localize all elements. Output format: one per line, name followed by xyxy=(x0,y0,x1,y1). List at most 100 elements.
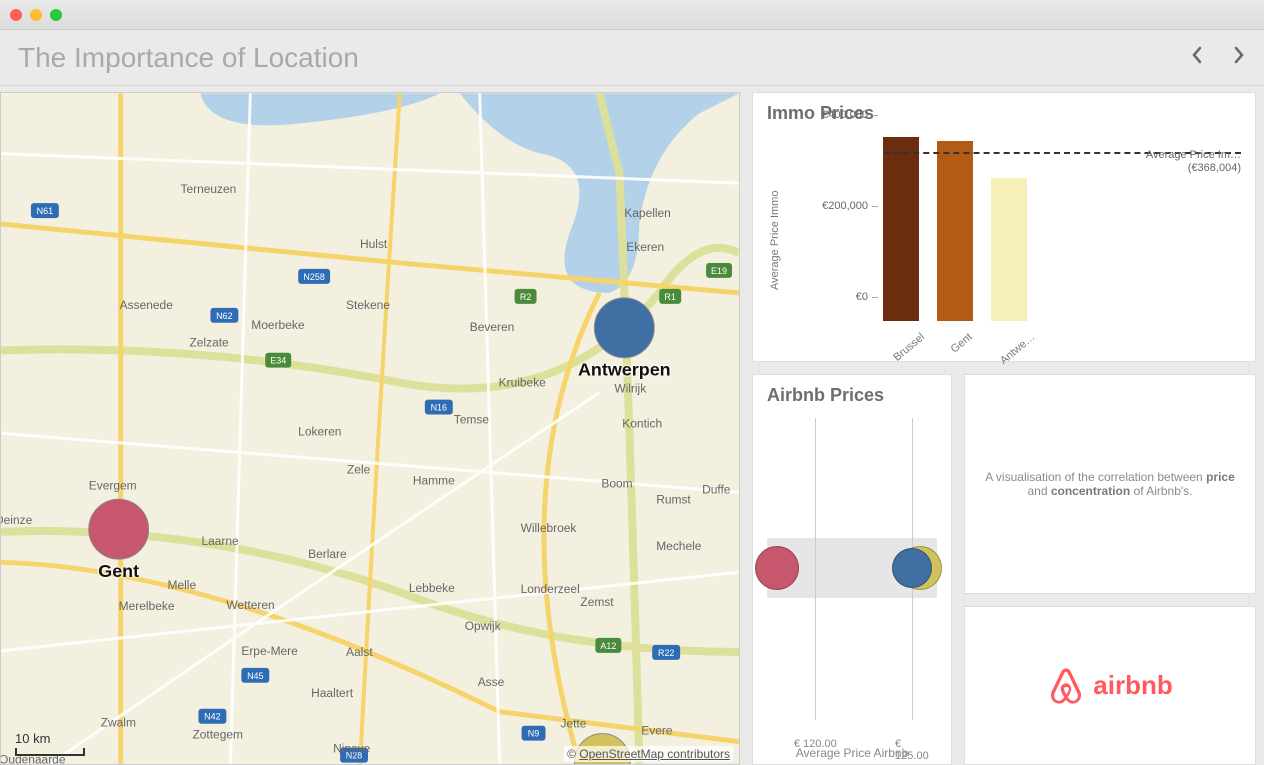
app-window: The Importance of Location xyxy=(0,0,1264,765)
titlebar xyxy=(0,0,1264,30)
svg-text:Londerzeel: Londerzeel xyxy=(521,582,580,596)
gridline xyxy=(815,418,816,720)
airbnb-logo-panel: airbnb xyxy=(964,606,1256,765)
avg-annotation: Average Price Im…(€368,004) xyxy=(1146,149,1241,175)
map-canvas: N61 N258 N62 E34 N16 A12 R22 N9 N28 N42 … xyxy=(1,93,739,764)
bar-label: Gent xyxy=(949,331,975,356)
bar-antwe…[interactable]: Antwe… xyxy=(991,130,1027,321)
ytick: €400,000 xyxy=(822,109,878,121)
svg-text:Wilrijk: Wilrijk xyxy=(614,382,646,396)
svg-text:Ekeren: Ekeren xyxy=(626,240,664,254)
svg-text:Wetteren: Wetteren xyxy=(226,598,274,612)
svg-text:N258: N258 xyxy=(303,272,324,282)
city-label-gent: Gent xyxy=(98,561,139,581)
svg-text:Asse: Asse xyxy=(478,675,505,689)
svg-text:Terneuzen: Terneuzen xyxy=(181,182,237,196)
svg-text:Laarne: Laarne xyxy=(201,534,239,548)
svg-text:Zele: Zele xyxy=(347,462,371,476)
lower-right-grid: A visualisation of the correlation betwe… xyxy=(752,374,1256,765)
svg-text:N61: N61 xyxy=(37,206,53,216)
svg-text:Zelzate: Zelzate xyxy=(189,336,229,350)
next-button[interactable] xyxy=(1232,46,1246,70)
svg-text:Hamme: Hamme xyxy=(413,473,455,487)
svg-text:Kontich: Kontich xyxy=(622,417,662,431)
airbnb-logo-text: airbnb xyxy=(1093,670,1172,701)
svg-text:Rumst: Rumst xyxy=(656,492,691,506)
svg-text:Merelbeke: Merelbeke xyxy=(119,599,175,613)
svg-text:Melle: Melle xyxy=(168,578,197,592)
map-panel[interactable]: N61 N258 N62 E34 N16 A12 R22 N9 N28 N42 … xyxy=(0,92,740,765)
svg-text:Temse: Temse xyxy=(454,413,490,427)
svg-text:Opwijk: Opwijk xyxy=(465,619,501,633)
svg-text:Lokeren: Lokeren xyxy=(298,424,341,438)
osm-link[interactable]: OpenStreetMap contributors xyxy=(579,747,730,761)
page-title: The Importance of Location xyxy=(18,42,359,74)
immo-panel: Immo Prices Average Price Immo €0€200,00… xyxy=(752,92,1256,362)
chevron-left-icon xyxy=(1190,46,1204,64)
svg-text:Jette: Jette xyxy=(560,717,586,731)
svg-text:N62: N62 xyxy=(216,311,232,321)
content: N61 N258 N62 E34 N16 A12 R22 N9 N28 N42 … xyxy=(0,86,1264,765)
right-column: Immo Prices Average Price Immo €0€200,00… xyxy=(752,92,1258,765)
svg-text:E34: E34 xyxy=(270,356,286,366)
airbnb-icon xyxy=(1047,666,1085,706)
description-panel: A visualisation of the correlation betwe… xyxy=(964,374,1256,594)
map-scale: 10 km xyxy=(15,731,85,756)
immo-chart[interactable]: €0€200,000€400,000 BrusselGentAntwe… Ave… xyxy=(783,130,1241,351)
svg-text:Deinze: Deinze xyxy=(1,513,33,527)
city-label-antwerpen: Antwerpen xyxy=(578,360,671,380)
airbnb-xlabel: Average Price Airbnb xyxy=(767,746,937,760)
svg-text:Evergem: Evergem xyxy=(89,478,137,492)
svg-text:Zemst: Zemst xyxy=(580,595,614,609)
svg-text:N9: N9 xyxy=(528,729,539,739)
svg-text:Evere: Evere xyxy=(641,724,673,738)
point-gent[interactable] xyxy=(755,546,799,590)
close-icon[interactable] xyxy=(10,9,22,21)
svg-text:Duffe: Duffe xyxy=(702,482,731,496)
minimize-icon[interactable] xyxy=(30,9,42,21)
airbnb-chart[interactable]: € 120.00€ 125.00 Average Price Airbnb xyxy=(767,418,937,760)
svg-text:N16: N16 xyxy=(431,403,447,413)
svg-text:Haaltert: Haaltert xyxy=(311,686,354,700)
immo-ylabel: Average Price Immo xyxy=(767,130,783,351)
svg-text:N42: N42 xyxy=(204,712,220,722)
airbnb-title: Airbnb Prices xyxy=(767,385,937,406)
page-nav xyxy=(1190,46,1246,70)
svg-text:N45: N45 xyxy=(247,671,263,681)
city-marker-antwerpen[interactable] xyxy=(594,298,654,358)
city-marker-gent[interactable] xyxy=(89,499,149,559)
svg-text:Zottegem: Zottegem xyxy=(192,728,243,742)
prev-button[interactable] xyxy=(1190,46,1204,70)
svg-text:Zwalm: Zwalm xyxy=(101,716,136,730)
ytick: €200,000 xyxy=(822,200,878,212)
svg-text:R1: R1 xyxy=(664,292,675,302)
svg-text:Moerbeke: Moerbeke xyxy=(251,318,305,332)
point-antwerpen[interactable] xyxy=(892,548,932,588)
bar-brussel[interactable]: Brussel xyxy=(883,130,919,321)
bar-label: Brussel xyxy=(891,331,927,364)
svg-text:Lebbeke: Lebbeke xyxy=(409,581,455,595)
svg-text:Ninove: Ninove xyxy=(333,742,371,756)
svg-text:Willebroek: Willebroek xyxy=(521,521,577,535)
svg-text:Kapellen: Kapellen xyxy=(624,206,671,220)
svg-text:R2: R2 xyxy=(520,292,531,302)
map-attribution: © OpenStreetMap contributors xyxy=(564,746,733,762)
window-controls xyxy=(10,9,62,21)
chevron-right-icon xyxy=(1232,46,1246,64)
maximize-icon[interactable] xyxy=(50,9,62,21)
bar-gent[interactable]: Gent xyxy=(937,130,973,321)
svg-text:Mechele: Mechele xyxy=(656,539,702,553)
svg-text:Stekene: Stekene xyxy=(346,298,390,312)
svg-text:Aalst: Aalst xyxy=(346,645,373,659)
svg-text:R22: R22 xyxy=(658,648,674,658)
svg-text:Erpe-Mere: Erpe-Mere xyxy=(241,644,298,658)
svg-text:Beveren: Beveren xyxy=(470,320,515,334)
svg-text:Boom: Boom xyxy=(601,476,632,490)
svg-text:Kruibeke: Kruibeke xyxy=(499,376,547,390)
airbnb-panel: Airbnb Prices € 120.00€ 125.00 Average P… xyxy=(752,374,952,765)
bar-label: Antwe… xyxy=(998,331,1038,367)
svg-text:Berlare: Berlare xyxy=(308,547,347,561)
svg-text:E19: E19 xyxy=(711,266,727,276)
svg-text:Assenede: Assenede xyxy=(120,298,174,312)
header: The Importance of Location xyxy=(0,30,1264,86)
